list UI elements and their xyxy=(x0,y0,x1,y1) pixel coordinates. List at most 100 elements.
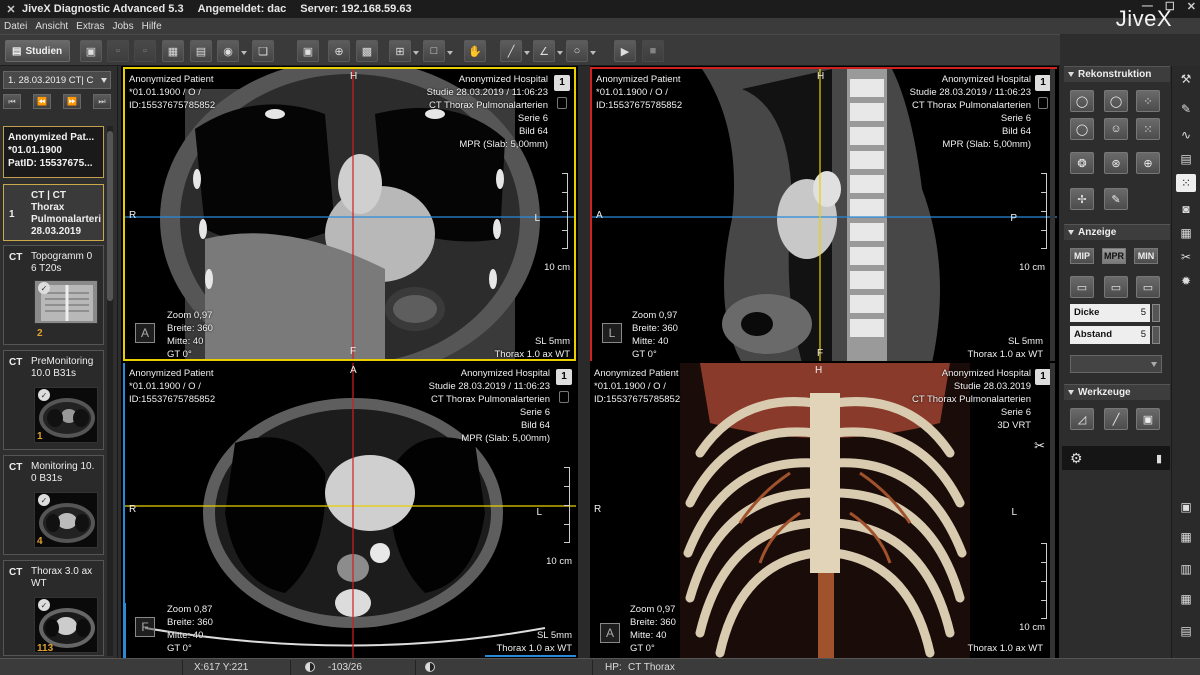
archive-icon[interactable]: ▦ xyxy=(1176,590,1196,608)
grid-tool-icon[interactable]: ⁙ xyxy=(1176,174,1196,192)
close-icon[interactable]: ✕ xyxy=(1187,0,1196,13)
viewport-coronal[interactable]: Anonymized Patient *01.01.1900 / O / ID:15… xyxy=(123,67,576,361)
brain-icon[interactable]: ❂ xyxy=(1070,152,1094,174)
export-button[interactable]: ▫ xyxy=(134,40,156,62)
series-item[interactable]: CT Monitoring 10. 0 B31s ✓ 4 xyxy=(3,455,104,555)
menu-datei[interactable]: Datei xyxy=(4,21,27,32)
patient-card[interactable]: Anonymized Pat... *01.01.1900 PatID: 155… xyxy=(3,126,104,178)
ecg-icon[interactable]: ∿ xyxy=(1176,126,1196,144)
viewport-3d-vrt[interactable]: Anonymized Patient *01.01.1900 / O / ID:15… xyxy=(590,363,1057,658)
preset-dropdown[interactable] xyxy=(1070,355,1162,373)
measure-icon[interactable]: ◿ xyxy=(1070,408,1094,430)
slab-thick-icon[interactable]: ▭ xyxy=(1136,276,1160,298)
series-item[interactable]: CT Topogramm 0 6 T20s ✓ 2 xyxy=(3,245,104,345)
menu-ansicht[interactable]: Ansicht xyxy=(35,21,68,32)
report-button[interactable]: ▦ xyxy=(162,40,184,62)
werkzeuge-header[interactable]: Werkzeuge xyxy=(1064,384,1170,400)
rekonstruktion-header[interactable]: Rekonstruktion xyxy=(1064,66,1170,82)
series-index: 1 xyxy=(9,209,15,220)
grid-icon[interactable]: ⁙ xyxy=(1136,118,1160,140)
menu-extras[interactable]: Extras xyxy=(76,21,104,32)
dicke-field[interactable]: Dicke 5 xyxy=(1070,304,1150,322)
viewport-scrollbar[interactable] xyxy=(1050,363,1055,658)
scrollbar-thumb[interactable] xyxy=(107,131,113,301)
images-icon[interactable]: ▦ xyxy=(1176,528,1196,546)
scale-bar xyxy=(1039,173,1047,249)
menu-hilfe[interactable]: Hilfe xyxy=(142,21,162,32)
export-icon[interactable]: ▥ xyxy=(1176,560,1196,578)
slab-thin-icon[interactable]: ▭ xyxy=(1070,276,1094,298)
slab-medium-icon[interactable]: ▭ xyxy=(1104,276,1128,298)
crosshair-icon[interactable]: ⊕ xyxy=(1136,152,1160,174)
viewport-number[interactable]: 1 xyxy=(556,369,572,385)
notes-button[interactable]: ▤ xyxy=(190,40,212,62)
hammer-icon[interactable]: ⚒ xyxy=(1176,70,1196,88)
document-icon[interactable]: ▦ xyxy=(1176,224,1196,242)
layers-button[interactable]: ❏ xyxy=(252,40,274,62)
menu-jobs[interactable]: Jobs xyxy=(113,21,134,32)
fit-button[interactable]: ▩ xyxy=(356,40,378,62)
viewport-number[interactable]: 1 xyxy=(1035,369,1051,385)
layout-button[interactable]: ⊞ xyxy=(389,40,419,62)
head-side-icon[interactable]: ◯ xyxy=(1104,90,1128,112)
abstand-stepper[interactable] xyxy=(1152,326,1160,344)
pen-icon[interactable]: ✎ xyxy=(1104,188,1128,210)
cube-icon[interactable]: ▣ xyxy=(1136,408,1160,430)
viewport-number[interactable]: 1 xyxy=(1035,75,1051,91)
series-item[interactable]: 1 CT | CT Thorax Pulmonalarteri 28.03.20… xyxy=(3,184,104,241)
screen-button[interactable]: ▣ xyxy=(297,40,319,62)
first-icon[interactable]: ⏮ xyxy=(3,94,21,109)
viewport-axial[interactable]: Anonymized Patient *01.01.1900 / O / ID:15… xyxy=(123,363,576,658)
gear-icon[interactable]: ⚙ xyxy=(1070,450,1083,467)
hand-button[interactable]: ✋ xyxy=(464,40,486,62)
play-button[interactable]: ▶ xyxy=(614,40,636,62)
previous-icon[interactable]: ⏪ xyxy=(33,94,51,109)
viewport-number[interactable]: 1 xyxy=(554,75,570,91)
brand-logo: JiveX xyxy=(1115,6,1172,31)
viewport-sagittal[interactable]: Anonymized Patient *01.01.1900 / O / ID:15… xyxy=(590,67,1057,361)
roi-button[interactable]: ○ xyxy=(566,40,596,62)
pen-tool-icon[interactable]: ✎ xyxy=(1176,100,1196,118)
min-button[interactable]: MIN xyxy=(1134,248,1158,264)
tools-icon[interactable]: ✂ xyxy=(1176,248,1196,266)
series-item[interactable]: CT PreMonitoring 10.0 B31s ✓ 1 xyxy=(3,350,104,450)
ruler-button[interactable]: ╱ xyxy=(500,40,530,62)
lock-icon[interactable] xyxy=(1038,97,1048,109)
stop-button[interactable]: ■ xyxy=(642,40,664,62)
print-icon[interactable]: ▣ xyxy=(1176,498,1196,516)
angle-button[interactable]: ∠ xyxy=(533,40,563,62)
anzeige-header[interactable]: Anzeige xyxy=(1064,224,1170,240)
studien-button[interactable]: ▤ Studien xyxy=(5,40,70,62)
open-series-button[interactable]: ▣ xyxy=(80,40,102,62)
dicke-stepper[interactable] xyxy=(1152,304,1160,322)
head-front-icon[interactable]: ◯ xyxy=(1070,90,1094,112)
abstand-field[interactable]: Abstand 5 xyxy=(1070,326,1150,344)
series-scrollbar[interactable] xyxy=(107,126,113,656)
lock-icon[interactable] xyxy=(557,97,567,109)
face-icon[interactable]: ☺ xyxy=(1104,118,1128,140)
study-selector[interactable]: 1. 28.03.2019 CT| C xyxy=(3,71,111,89)
mip-button[interactable]: MIP xyxy=(1070,248,1094,264)
curve-icon[interactable]: ✢ xyxy=(1070,188,1094,210)
head-top-icon[interactable]: ◯ xyxy=(1070,118,1094,140)
viewport-splitter[interactable] xyxy=(578,66,590,658)
camera-icon[interactable]: ◙ xyxy=(1176,200,1196,218)
next-icon[interactable]: ⏩ xyxy=(63,94,81,109)
settings-gear-icon[interactable]: ✹ xyxy=(1176,272,1196,290)
battery-icon[interactable]: ▮ xyxy=(1156,452,1162,465)
report-icon[interactable]: ▤ xyxy=(1176,622,1196,640)
frame-button[interactable]: □ xyxy=(423,40,453,62)
target-icon[interactable]: ⊛ xyxy=(1104,152,1128,174)
mpr-button[interactable]: MPR xyxy=(1102,248,1126,264)
series-item[interactable]: CT Thorax 3.0 ax WT ✓ 113 xyxy=(3,560,104,656)
line-icon[interactable]: ╱ xyxy=(1104,408,1128,430)
last-icon[interactable]: ⏭ xyxy=(93,94,111,109)
view-button[interactable]: ◉ xyxy=(217,40,247,62)
save-button[interactable]: ▫ xyxy=(107,40,129,62)
viewport-scrollbar[interactable] xyxy=(1050,69,1055,361)
skull-icon[interactable]: ⁘ xyxy=(1136,90,1160,112)
zoom-button[interactable]: ⊕ xyxy=(328,40,350,62)
scissors-icon[interactable]: ✂ xyxy=(1034,439,1045,452)
lock-icon[interactable] xyxy=(559,391,569,403)
panel-icon[interactable]: ▤ xyxy=(1176,150,1196,168)
